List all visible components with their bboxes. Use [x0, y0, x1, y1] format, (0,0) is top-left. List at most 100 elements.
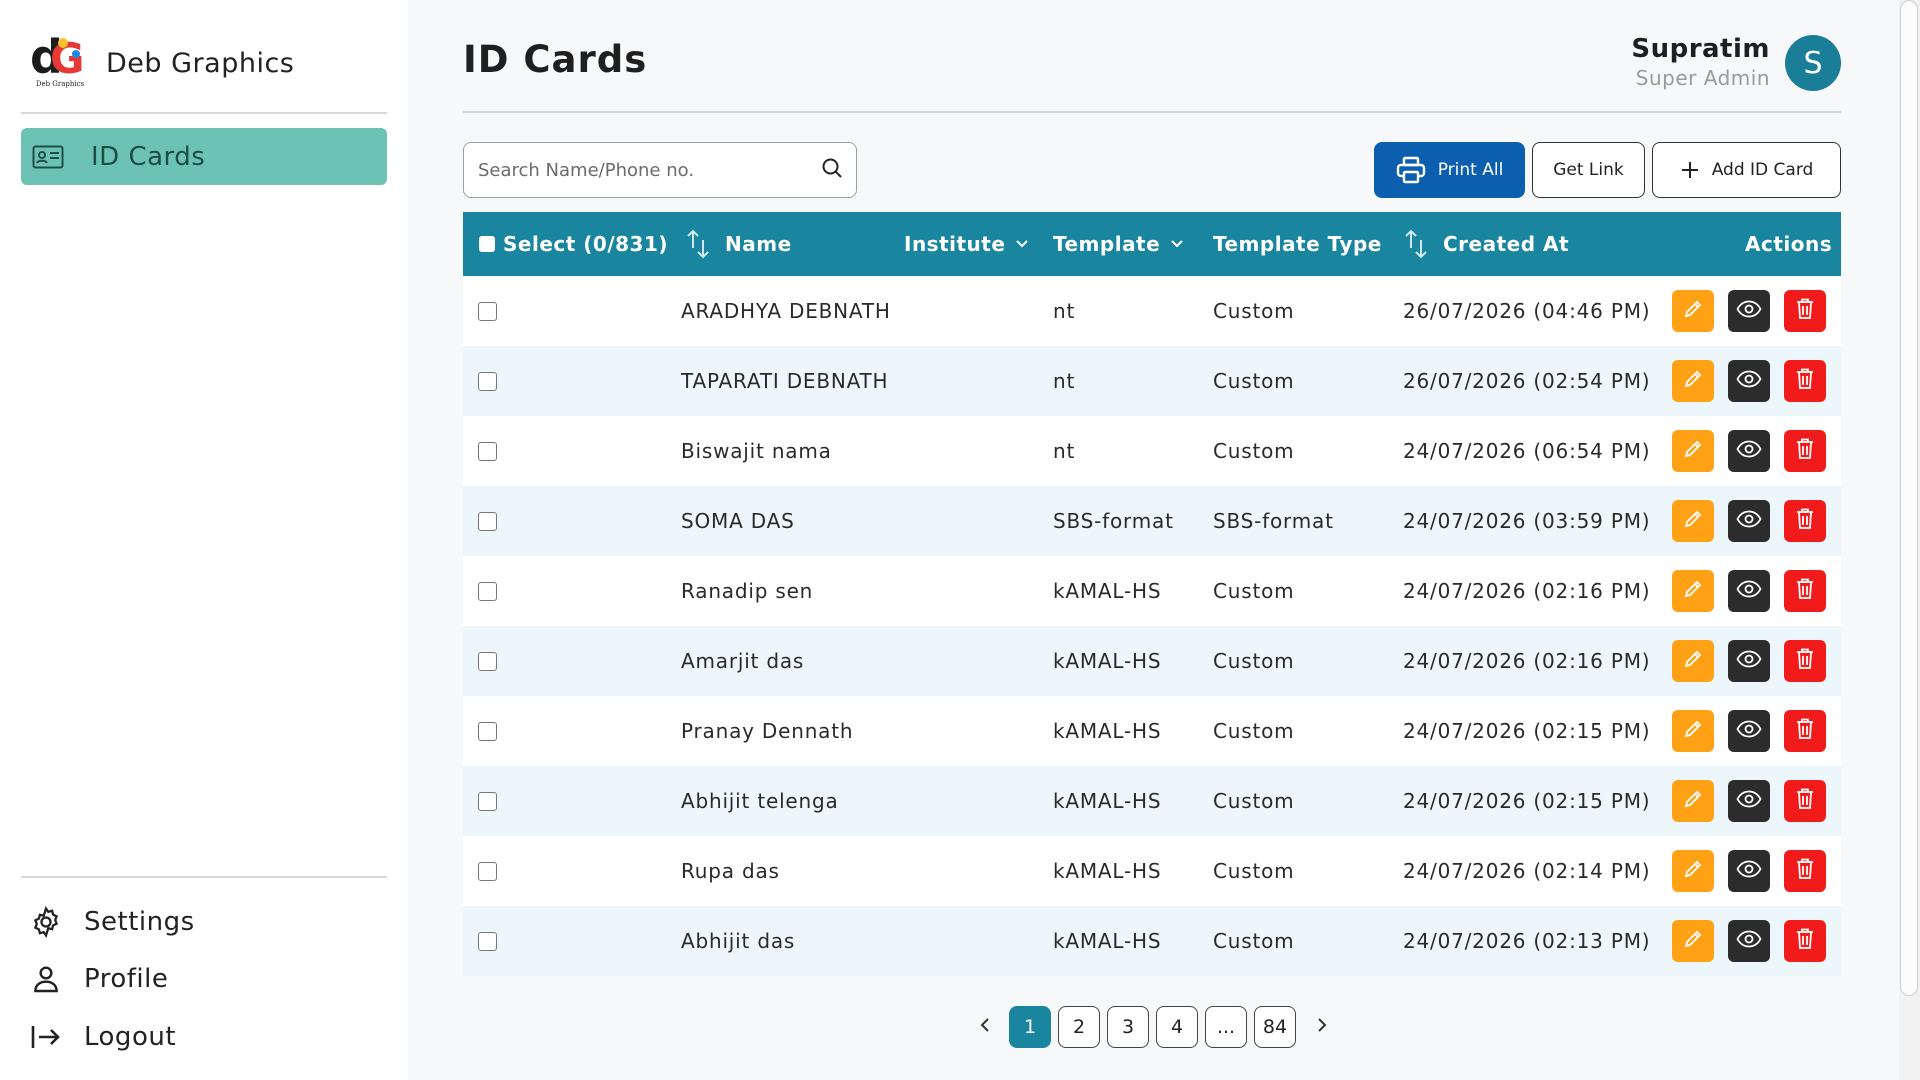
- delete-button[interactable]: [1784, 640, 1826, 682]
- table-row: TAPARATI DEBNATH nt Custom 26/07/2026 (0…: [463, 346, 1841, 416]
- view-button[interactable]: [1728, 780, 1770, 822]
- search-input[interactable]: [478, 159, 820, 181]
- select-all-header[interactable]: Select (0/831): [479, 212, 668, 276]
- delete-button[interactable]: [1784, 710, 1826, 752]
- table-row: Amarjit das kAMAL-HS Custom 24/07/2026 (…: [463, 626, 1841, 696]
- scrollbar-thumb[interactable]: [1900, 0, 1918, 996]
- table-row: Abhijit telenga kAMAL-HS Custom 24/07/20…: [463, 766, 1841, 836]
- brand[interactable]: dG Deb Graphics Deb Graphics: [28, 30, 294, 96]
- avatar[interactable]: S: [1785, 35, 1841, 91]
- row-checkbox[interactable]: [478, 581, 497, 601]
- table-row: Rupa das kAMAL-HS Custom 24/07/2026 (02:…: [463, 836, 1841, 906]
- id-card-icon: [31, 144, 65, 170]
- template-type-cell: Custom: [1213, 649, 1295, 673]
- sidebar-item-id-cards[interactable]: ID Cards: [21, 128, 387, 185]
- name-cell: Abhijit telenga: [681, 789, 839, 813]
- view-button[interactable]: [1728, 430, 1770, 472]
- row-checkbox[interactable]: [478, 371, 497, 391]
- row-checkbox[interactable]: [478, 301, 497, 321]
- row-checkbox[interactable]: [478, 651, 497, 671]
- sort-icon[interactable]: [1403, 228, 1431, 260]
- template-cell: kAMAL-HS: [1053, 649, 1162, 673]
- eye-icon: [1736, 719, 1762, 743]
- view-button[interactable]: [1728, 570, 1770, 612]
- template-cell: kAMAL-HS: [1053, 789, 1162, 813]
- sidebar-item-settings[interactable]: Settings: [26, 897, 195, 947]
- print-all-button[interactable]: Print All: [1374, 142, 1525, 198]
- prev-page-button[interactable]: [973, 1006, 997, 1048]
- delete-button[interactable]: [1784, 850, 1826, 892]
- view-button[interactable]: [1728, 920, 1770, 962]
- view-button[interactable]: [1728, 290, 1770, 332]
- page-ellipsis[interactable]: ...: [1205, 1006, 1247, 1048]
- row-checkbox[interactable]: [478, 861, 497, 881]
- search-icon[interactable]: [820, 156, 844, 184]
- created-at-header[interactable]: Created At: [1403, 212, 1569, 276]
- edit-button[interactable]: [1672, 640, 1714, 682]
- user-name: Supratim: [1631, 34, 1770, 64]
- template-cell: nt: [1053, 439, 1076, 463]
- institute-header[interactable]: Institute: [904, 212, 1029, 276]
- row-checkbox[interactable]: [478, 721, 497, 741]
- view-button[interactable]: [1728, 360, 1770, 402]
- edit-button[interactable]: [1672, 850, 1714, 892]
- delete-button[interactable]: [1784, 570, 1826, 612]
- edit-button[interactable]: [1672, 360, 1714, 402]
- template-type-cell: Custom: [1213, 439, 1295, 463]
- edit-button[interactable]: [1672, 430, 1714, 472]
- pencil-icon: [1682, 788, 1704, 815]
- sidebar: dG Deb Graphics Deb Graphics ID Cards Se…: [0, 0, 408, 1080]
- delete-button[interactable]: [1784, 430, 1826, 472]
- row-checkbox[interactable]: [478, 791, 497, 811]
- eye-icon: [1736, 369, 1762, 393]
- next-page-button[interactable]: [1310, 1006, 1334, 1048]
- delete-button[interactable]: [1784, 780, 1826, 822]
- template-header-label: Template: [1053, 232, 1161, 256]
- add-id-card-button[interactable]: Add ID Card: [1652, 142, 1841, 198]
- get-link-button[interactable]: Get Link: [1532, 142, 1645, 198]
- page-button[interactable]: 84: [1254, 1006, 1296, 1048]
- header-divider: [463, 111, 1841, 113]
- page-button[interactable]: 4: [1156, 1006, 1198, 1048]
- trash-icon: [1795, 787, 1815, 816]
- brand-name: Deb Graphics: [106, 47, 295, 79]
- edit-button[interactable]: [1672, 710, 1714, 752]
- table-header: Select (0/831) Name Institute Template T…: [463, 212, 1841, 276]
- select-all-checkbox[interactable]: [479, 236, 495, 252]
- template-type-cell: Custom: [1213, 789, 1295, 813]
- row-checkbox[interactable]: [478, 441, 497, 461]
- edit-button[interactable]: [1672, 780, 1714, 822]
- user-icon: [26, 959, 66, 999]
- page-button[interactable]: 3: [1107, 1006, 1149, 1048]
- name-cell: Amarjit das: [681, 649, 805, 673]
- page-button[interactable]: 1: [1009, 1006, 1051, 1048]
- row-checkbox[interactable]: [478, 931, 497, 951]
- view-button[interactable]: [1728, 500, 1770, 542]
- edit-button[interactable]: [1672, 570, 1714, 612]
- delete-button[interactable]: [1784, 360, 1826, 402]
- view-button[interactable]: [1728, 850, 1770, 892]
- row-checkbox[interactable]: [478, 511, 497, 531]
- template-cell: nt: [1053, 299, 1076, 323]
- sidebar-item-profile[interactable]: Profile: [26, 954, 168, 1004]
- trash-icon: [1795, 437, 1815, 466]
- view-button[interactable]: [1728, 710, 1770, 752]
- created-at-header-label: Created At: [1443, 232, 1570, 256]
- name-header[interactable]: Name: [685, 212, 792, 276]
- chevron-right-icon: [1316, 1017, 1328, 1037]
- delete-button[interactable]: [1784, 290, 1826, 332]
- page-button[interactable]: 2: [1058, 1006, 1100, 1048]
- printer-icon: [1396, 156, 1426, 184]
- user-role: Super Admin: [1635, 66, 1770, 90]
- edit-button[interactable]: [1672, 290, 1714, 332]
- edit-button[interactable]: [1672, 500, 1714, 542]
- sort-icon[interactable]: [685, 228, 713, 260]
- table-row: ARADHYA DEBNATH nt Custom 26/07/2026 (04…: [463, 276, 1841, 346]
- delete-button[interactable]: [1784, 920, 1826, 962]
- edit-button[interactable]: [1672, 920, 1714, 962]
- logo-caption: Deb Graphics: [35, 80, 85, 88]
- chevron-left-icon: [979, 1017, 991, 1037]
- template-header[interactable]: Template: [1053, 212, 1184, 276]
- delete-button[interactable]: [1784, 500, 1826, 542]
- view-button[interactable]: [1728, 640, 1770, 682]
